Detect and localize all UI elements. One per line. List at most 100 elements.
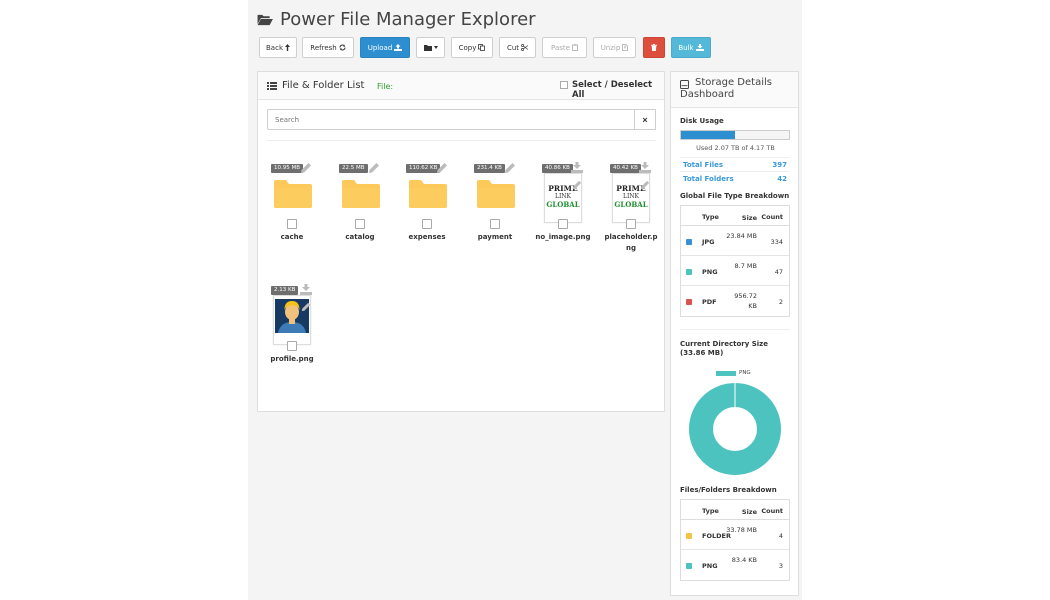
legend-swatch bbox=[716, 370, 736, 376]
size-badge: 40.86 KB bbox=[542, 164, 573, 173]
pencil-icon[interactable] bbox=[300, 162, 312, 174]
new-folder-dropdown-button[interactable] bbox=[416, 37, 445, 58]
col-type: Type bbox=[702, 507, 719, 515]
total-folders-label: Total Folders bbox=[683, 175, 734, 183]
pencil-icon[interactable] bbox=[301, 302, 311, 312]
item-checkbox[interactable] bbox=[287, 341, 297, 351]
size-badge: 231.4 KB bbox=[474, 164, 505, 173]
folder-item-cache[interactable]: 10.95 MB cache bbox=[270, 162, 332, 274]
pencil-icon[interactable] bbox=[368, 162, 380, 174]
logo-text: GLOBAL bbox=[546, 200, 580, 209]
global-breakdown-table: Type Size Count JPG 23.84 MB 334 PNG 8.7… bbox=[680, 205, 790, 317]
item-checkbox[interactable] bbox=[287, 219, 297, 229]
current-directory-size-title: Current Directory Size (33.86 MB) bbox=[680, 340, 768, 357]
total-files-value: 397 bbox=[772, 161, 787, 169]
logo-text: LINK bbox=[622, 193, 640, 200]
page-title: Power File Manager Explorer bbox=[256, 9, 536, 30]
table-row: PNG 8.7 MB 47 bbox=[681, 256, 789, 286]
cut-button[interactable]: Cut bbox=[499, 37, 536, 58]
search-input[interactable] bbox=[267, 109, 635, 130]
disk-usage-fill bbox=[681, 131, 735, 139]
select-all-label[interactable]: Select / Deselect All bbox=[572, 80, 664, 100]
download-icon[interactable] bbox=[571, 162, 583, 173]
pencil-icon[interactable] bbox=[640, 180, 650, 190]
pencil-icon[interactable] bbox=[572, 180, 582, 190]
item-name[interactable]: payment bbox=[467, 232, 523, 243]
total-files-label: Total Files bbox=[683, 161, 724, 169]
folder-icon bbox=[423, 44, 432, 51]
refresh-icon bbox=[339, 44, 346, 51]
file-item-no-image[interactable]: PRIME LINK GLOBAL 40.86 KB no_image.png bbox=[535, 162, 603, 274]
refresh-button[interactable]: Refresh bbox=[302, 37, 354, 58]
unzip-button[interactable]: Unzip bbox=[593, 37, 636, 58]
color-dot bbox=[686, 299, 692, 305]
item-checkbox[interactable] bbox=[626, 219, 636, 229]
legend-label: PNG bbox=[739, 370, 751, 376]
download-icon[interactable] bbox=[639, 162, 651, 173]
type-cell: PDF bbox=[702, 298, 717, 306]
item-name[interactable]: placeholder.png bbox=[603, 232, 659, 254]
folder-icon[interactable] bbox=[477, 179, 515, 208]
item-checkbox[interactable] bbox=[490, 219, 500, 229]
trash-icon bbox=[651, 44, 657, 51]
folder-icon[interactable] bbox=[342, 179, 380, 208]
size-cell: 956.72 KB bbox=[734, 292, 757, 310]
size-badge: 40.42 KB bbox=[610, 164, 641, 173]
copy-icon bbox=[478, 44, 486, 51]
file-item-profile[interactable]: 2.13 KB profile.png bbox=[270, 284, 332, 396]
item-checkbox[interactable] bbox=[422, 219, 432, 229]
divider bbox=[267, 140, 656, 141]
scissors-icon bbox=[521, 44, 529, 51]
caret-down-icon bbox=[433, 46, 438, 49]
logo-text: LINK bbox=[554, 193, 572, 200]
storage-panel-header: Storage Details Dashboard bbox=[671, 72, 798, 108]
download-icon[interactable] bbox=[300, 284, 312, 295]
disk-usage-progress-bar bbox=[680, 130, 790, 140]
storage-panel-title: Storage Details Dashboard bbox=[680, 77, 772, 100]
item-name[interactable]: expenses bbox=[399, 232, 455, 243]
type-cell: JPG bbox=[702, 238, 715, 246]
type-cell: PNG bbox=[702, 562, 718, 570]
list-panel-header: File & Folder List File: Select / Desele… bbox=[258, 72, 664, 100]
file-item-placeholder[interactable]: PRIME LINK GLOBAL 40.42 KB placeholder.p… bbox=[604, 162, 671, 274]
delete-button[interactable] bbox=[643, 37, 665, 58]
item-checkbox[interactable] bbox=[558, 219, 568, 229]
folder-item-expenses[interactable]: 110.62 KB expenses bbox=[405, 162, 467, 274]
size-badge: 22.5 MB bbox=[339, 164, 368, 173]
logo-text: GLOBAL bbox=[614, 200, 648, 209]
list-panel-title: File & Folder List bbox=[282, 80, 365, 91]
files-folders-breakdown-title: Files/Folders Breakdown bbox=[680, 486, 777, 494]
color-dot bbox=[686, 269, 692, 275]
file-manager-app: Power File Manager Explorer Back Refresh… bbox=[248, 0, 802, 600]
folder-icon[interactable] bbox=[274, 179, 312, 208]
pencil-icon[interactable] bbox=[504, 162, 516, 174]
color-dot bbox=[686, 533, 692, 539]
paste-button[interactable]: Paste bbox=[542, 37, 587, 58]
item-name[interactable]: catalog bbox=[332, 232, 388, 243]
back-button[interactable]: Back bbox=[259, 37, 297, 58]
select-all-checkbox[interactable] bbox=[560, 81, 568, 89]
item-name[interactable]: profile.png bbox=[264, 354, 320, 365]
download-icon bbox=[695, 44, 704, 51]
color-dot bbox=[686, 239, 692, 245]
disk-usage-label: Disk Usage bbox=[680, 117, 724, 125]
directory-size-donut-chart bbox=[689, 383, 781, 475]
folder-open-icon bbox=[257, 14, 273, 26]
item-checkbox[interactable] bbox=[355, 219, 365, 229]
upload-button[interactable]: Upload bbox=[360, 37, 410, 58]
folder-item-payment[interactable]: 231.4 KB payment bbox=[473, 162, 535, 274]
files-folders-table: Type Size Count FOLDER 33.78 MB 4 PNG 83… bbox=[680, 499, 790, 581]
table-row: JPG 23.84 MB 334 bbox=[681, 226, 789, 256]
folder-item-catalog[interactable]: 22.5 MB catalog bbox=[338, 162, 400, 274]
item-name[interactable]: cache bbox=[264, 232, 320, 243]
file-archive-icon bbox=[622, 44, 629, 51]
pencil-icon[interactable] bbox=[436, 162, 448, 174]
clear-search-button[interactable]: × bbox=[635, 109, 656, 130]
arrow-up-icon bbox=[285, 44, 290, 51]
color-dot bbox=[686, 563, 692, 569]
copy-button[interactable]: Copy bbox=[451, 37, 493, 58]
col-count: Count bbox=[761, 507, 783, 515]
folder-icon[interactable] bbox=[409, 179, 447, 208]
item-name[interactable]: no_image.png bbox=[535, 232, 591, 243]
bulk-download-button[interactable]: Bulk bbox=[671, 37, 711, 58]
